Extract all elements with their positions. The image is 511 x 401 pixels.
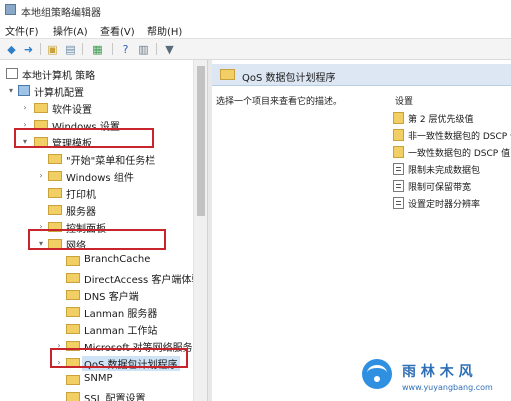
- folder-icon: [48, 171, 62, 181]
- folder-icon: [66, 307, 80, 317]
- menu-help[interactable]: 帮助(H): [147, 23, 182, 38]
- toolbar: ◆ ➜ ▣ ▤ ▦ ? ▥ ▼: [0, 38, 511, 60]
- tree-scrollbar[interactable]: [193, 60, 207, 401]
- up-folder-icon[interactable]: ▣: [45, 42, 60, 56]
- toolbar-separator: [82, 43, 83, 55]
- folder-icon: [66, 324, 80, 334]
- watermark-url: www.yuyangbang.com: [402, 383, 493, 392]
- menu-view[interactable]: 查看(V): [100, 23, 135, 38]
- show-hide-tree-icon[interactable]: ▤: [63, 42, 78, 56]
- scrollbar-thumb[interactable]: [197, 66, 205, 216]
- setting-limit-outstanding-packets[interactable]: 限制未完成数据包: [393, 161, 511, 177]
- policy-setting-icon: [393, 180, 404, 192]
- folder-icon: [34, 103, 48, 113]
- setting-timer-resolution[interactable]: 设置定时器分辨率: [393, 195, 511, 211]
- details-description: 选择一个项目来查看它的描述。: [216, 97, 343, 107]
- folder-icon: [66, 273, 80, 283]
- settings-column-header[interactable]: 设置: [395, 94, 413, 107]
- setting-limit-reservable-bandwidth[interactable]: 限制可保留带宽: [393, 178, 511, 194]
- folder-icon: [393, 146, 404, 158]
- title-bar: 本地组策略编辑器: [0, 0, 511, 20]
- folder-icon: [220, 69, 235, 80]
- folder-icon: [393, 112, 404, 124]
- setting-dscp-conforming[interactable]: 一致性数据包的 DSCP 值: [393, 144, 511, 160]
- folder-icon: [66, 392, 80, 401]
- folder-icon: [66, 256, 80, 266]
- toolbar-separator: [156, 43, 157, 55]
- computer-icon: [18, 85, 30, 96]
- highlight-box-qos: [50, 348, 188, 368]
- back-arrow-icon[interactable]: ◆: [4, 42, 19, 56]
- highlight-box-admin-templates: [14, 128, 154, 148]
- menu-bar: 文件(F) 操作(A) 查看(V) 帮助(H): [0, 20, 511, 38]
- setting-dscp-nonconforming[interactable]: 非一致性数据包的 DSCP 值: [393, 127, 511, 143]
- details-header: QoS 数据包计划程序: [212, 64, 511, 86]
- expand-toggle-icon[interactable]: ›: [36, 167, 46, 184]
- help-icon[interactable]: ?: [118, 42, 133, 56]
- forward-arrow-icon[interactable]: ➜: [21, 42, 36, 56]
- folder-icon: [66, 290, 80, 300]
- policy-icon: [6, 68, 18, 79]
- details-pane: QoS 数据包计划程序 选择一个项目来查看它的描述。 设置 第 2 层优先级值 …: [212, 60, 511, 401]
- properties-icon[interactable]: ▥: [136, 42, 151, 56]
- window-title: 本地组策略编辑器: [21, 8, 101, 19]
- folder-icon: [48, 154, 62, 164]
- wifi-logo-icon: [362, 359, 392, 389]
- folder-icon: [48, 188, 62, 198]
- toolbar-separator: [112, 43, 113, 55]
- app-icon: [5, 4, 16, 15]
- export-list-icon[interactable]: ▦: [90, 42, 105, 56]
- watermark: 雨 林 木 风 www.yuyangbang.com: [362, 355, 511, 401]
- toolbar-separator: [40, 43, 41, 55]
- folder-icon: [393, 129, 404, 141]
- filter-icon[interactable]: ▼: [162, 42, 177, 56]
- watermark-text: 雨 林 木 风: [402, 364, 473, 380]
- policy-setting-icon: [393, 163, 404, 175]
- highlight-box-network: [28, 229, 166, 250]
- policy-setting-icon: [393, 197, 404, 209]
- folder-icon: [66, 375, 80, 385]
- menu-action[interactable]: 操作(A): [53, 23, 88, 38]
- expand-toggle-icon[interactable]: ›: [20, 99, 30, 116]
- folder-icon: [48, 205, 62, 215]
- collapse-toggle-icon[interactable]: ▾: [6, 82, 16, 99]
- setting-layer2-priority[interactable]: 第 2 层优先级值: [393, 110, 511, 126]
- menu-file[interactable]: 文件(F): [5, 23, 39, 38]
